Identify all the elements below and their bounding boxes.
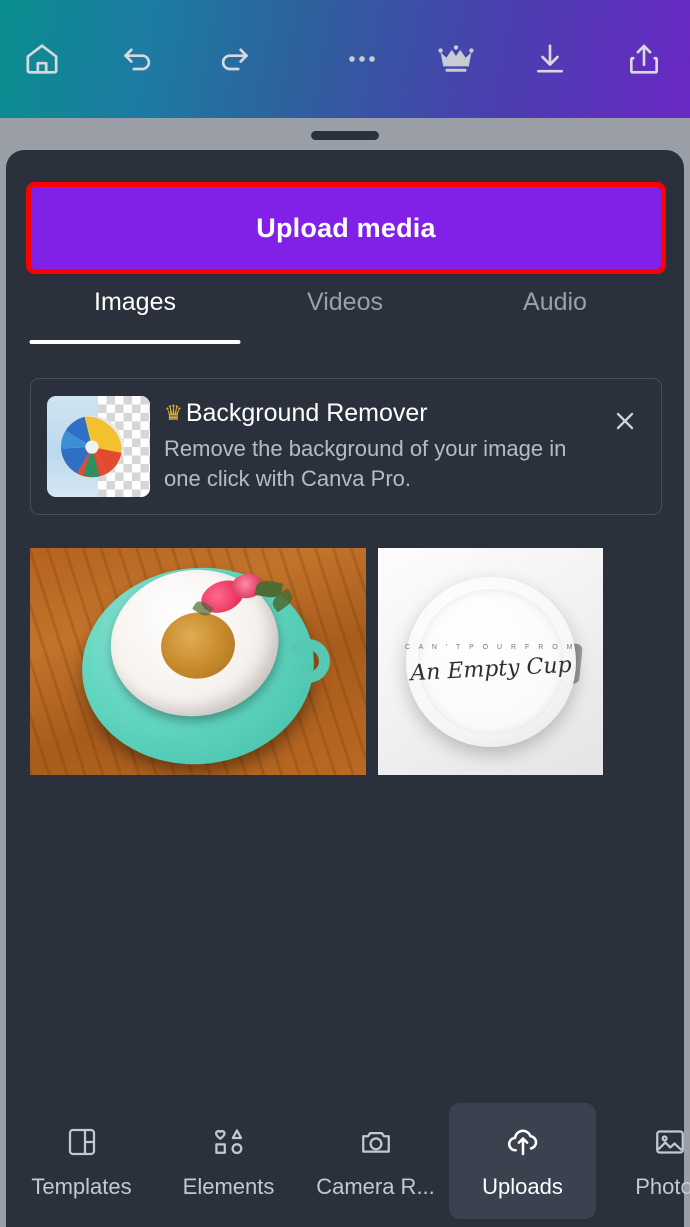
media-type-tabs: Images Videos Audio: [29, 284, 660, 350]
teacup-floral-upload[interactable]: [30, 548, 366, 775]
photos-icon: [652, 1122, 688, 1162]
nav-item-elements[interactable]: Elements: [155, 1103, 302, 1219]
banner-title: Background Remover: [185, 398, 428, 427]
top-bar-left-group: [0, 35, 258, 83]
nav-item-camera-roll[interactable]: Camera R...: [302, 1103, 449, 1219]
crown-icon: ♛: [164, 401, 183, 425]
editor-top-bar: [0, 0, 690, 118]
tab-images-label: Images: [94, 288, 176, 316]
camera-roll-icon: [358, 1122, 394, 1162]
nav-item-templates[interactable]: Templates: [8, 1103, 155, 1219]
mug-script-text: An Empty Cup: [409, 652, 572, 687]
upload-media-annotation-highlight: Upload media: [26, 182, 666, 274]
panel-drag-handle[interactable]: [311, 131, 379, 140]
download-icon[interactable]: [526, 35, 574, 83]
empty-cup-image: C A N ' T P O U R F R O M An Empty Cup: [378, 548, 603, 775]
tab-audio-label: Audio: [523, 288, 587, 316]
nav-item-photos[interactable]: Photos: [596, 1103, 690, 1219]
beach-ball-icon: [60, 415, 124, 479]
tab-videos[interactable]: Videos: [240, 284, 450, 350]
empty-cup-upload[interactable]: C A N ' T P O U R F R O M An Empty Cup: [378, 548, 603, 775]
nav-label-templates: Templates: [31, 1174, 132, 1199]
elements-icon: [211, 1122, 247, 1162]
tea-liquid-shape: [157, 607, 240, 684]
crown-icon[interactable]: [432, 35, 480, 83]
teacup-image: [30, 548, 366, 775]
mug-inner-shape: C A N ' T P O U R F R O M An Empty Cup: [405, 588, 572, 735]
uploads-panel: Upload media Images Videos Audio ♛ Backg…: [6, 150, 690, 1227]
share-icon[interactable]: [620, 35, 668, 83]
tab-audio[interactable]: Audio: [450, 284, 660, 350]
top-bar-right-group: [338, 35, 690, 83]
templates-icon: [64, 1122, 100, 1162]
more-options-icon[interactable]: [338, 35, 386, 83]
tab-images[interactable]: Images: [29, 284, 241, 350]
close-icon[interactable]: [605, 401, 645, 441]
beach-ball-transparency-thumbnail: [47, 396, 150, 497]
nav-label-photos: Photos: [635, 1174, 690, 1199]
upload-media-button[interactable]: Upload media: [31, 187, 661, 269]
banner-text-block: ♛ Background Remover Remove the backgrou…: [150, 399, 605, 495]
nav-item-uploads[interactable]: Uploads: [449, 1103, 596, 1219]
nav-label-elements: Elements: [182, 1174, 275, 1199]
home-icon[interactable]: [18, 35, 66, 83]
mug-arc-text: C A N ' T P O U R F R O M: [405, 643, 576, 651]
tab-videos-label: Videos: [307, 288, 383, 316]
active-tab-underline: [29, 340, 241, 344]
cloud-upload-icon: [504, 1122, 542, 1162]
undo-icon[interactable]: [114, 35, 162, 83]
background-remover-banner[interactable]: ♛ Background Remover Remove the backgrou…: [30, 378, 662, 515]
banner-description: Remove the background of your image in o…: [164, 435, 567, 491]
redo-icon[interactable]: [210, 35, 258, 83]
bottom-navigation-bar: Templates Elements Camera R... Uploads P…: [6, 1095, 690, 1227]
nav-label-camera-roll: Camera R...: [316, 1174, 435, 1199]
nav-label-uploads: Uploads: [482, 1174, 563, 1199]
banner-title-row: ♛ Background Remover: [164, 399, 605, 428]
